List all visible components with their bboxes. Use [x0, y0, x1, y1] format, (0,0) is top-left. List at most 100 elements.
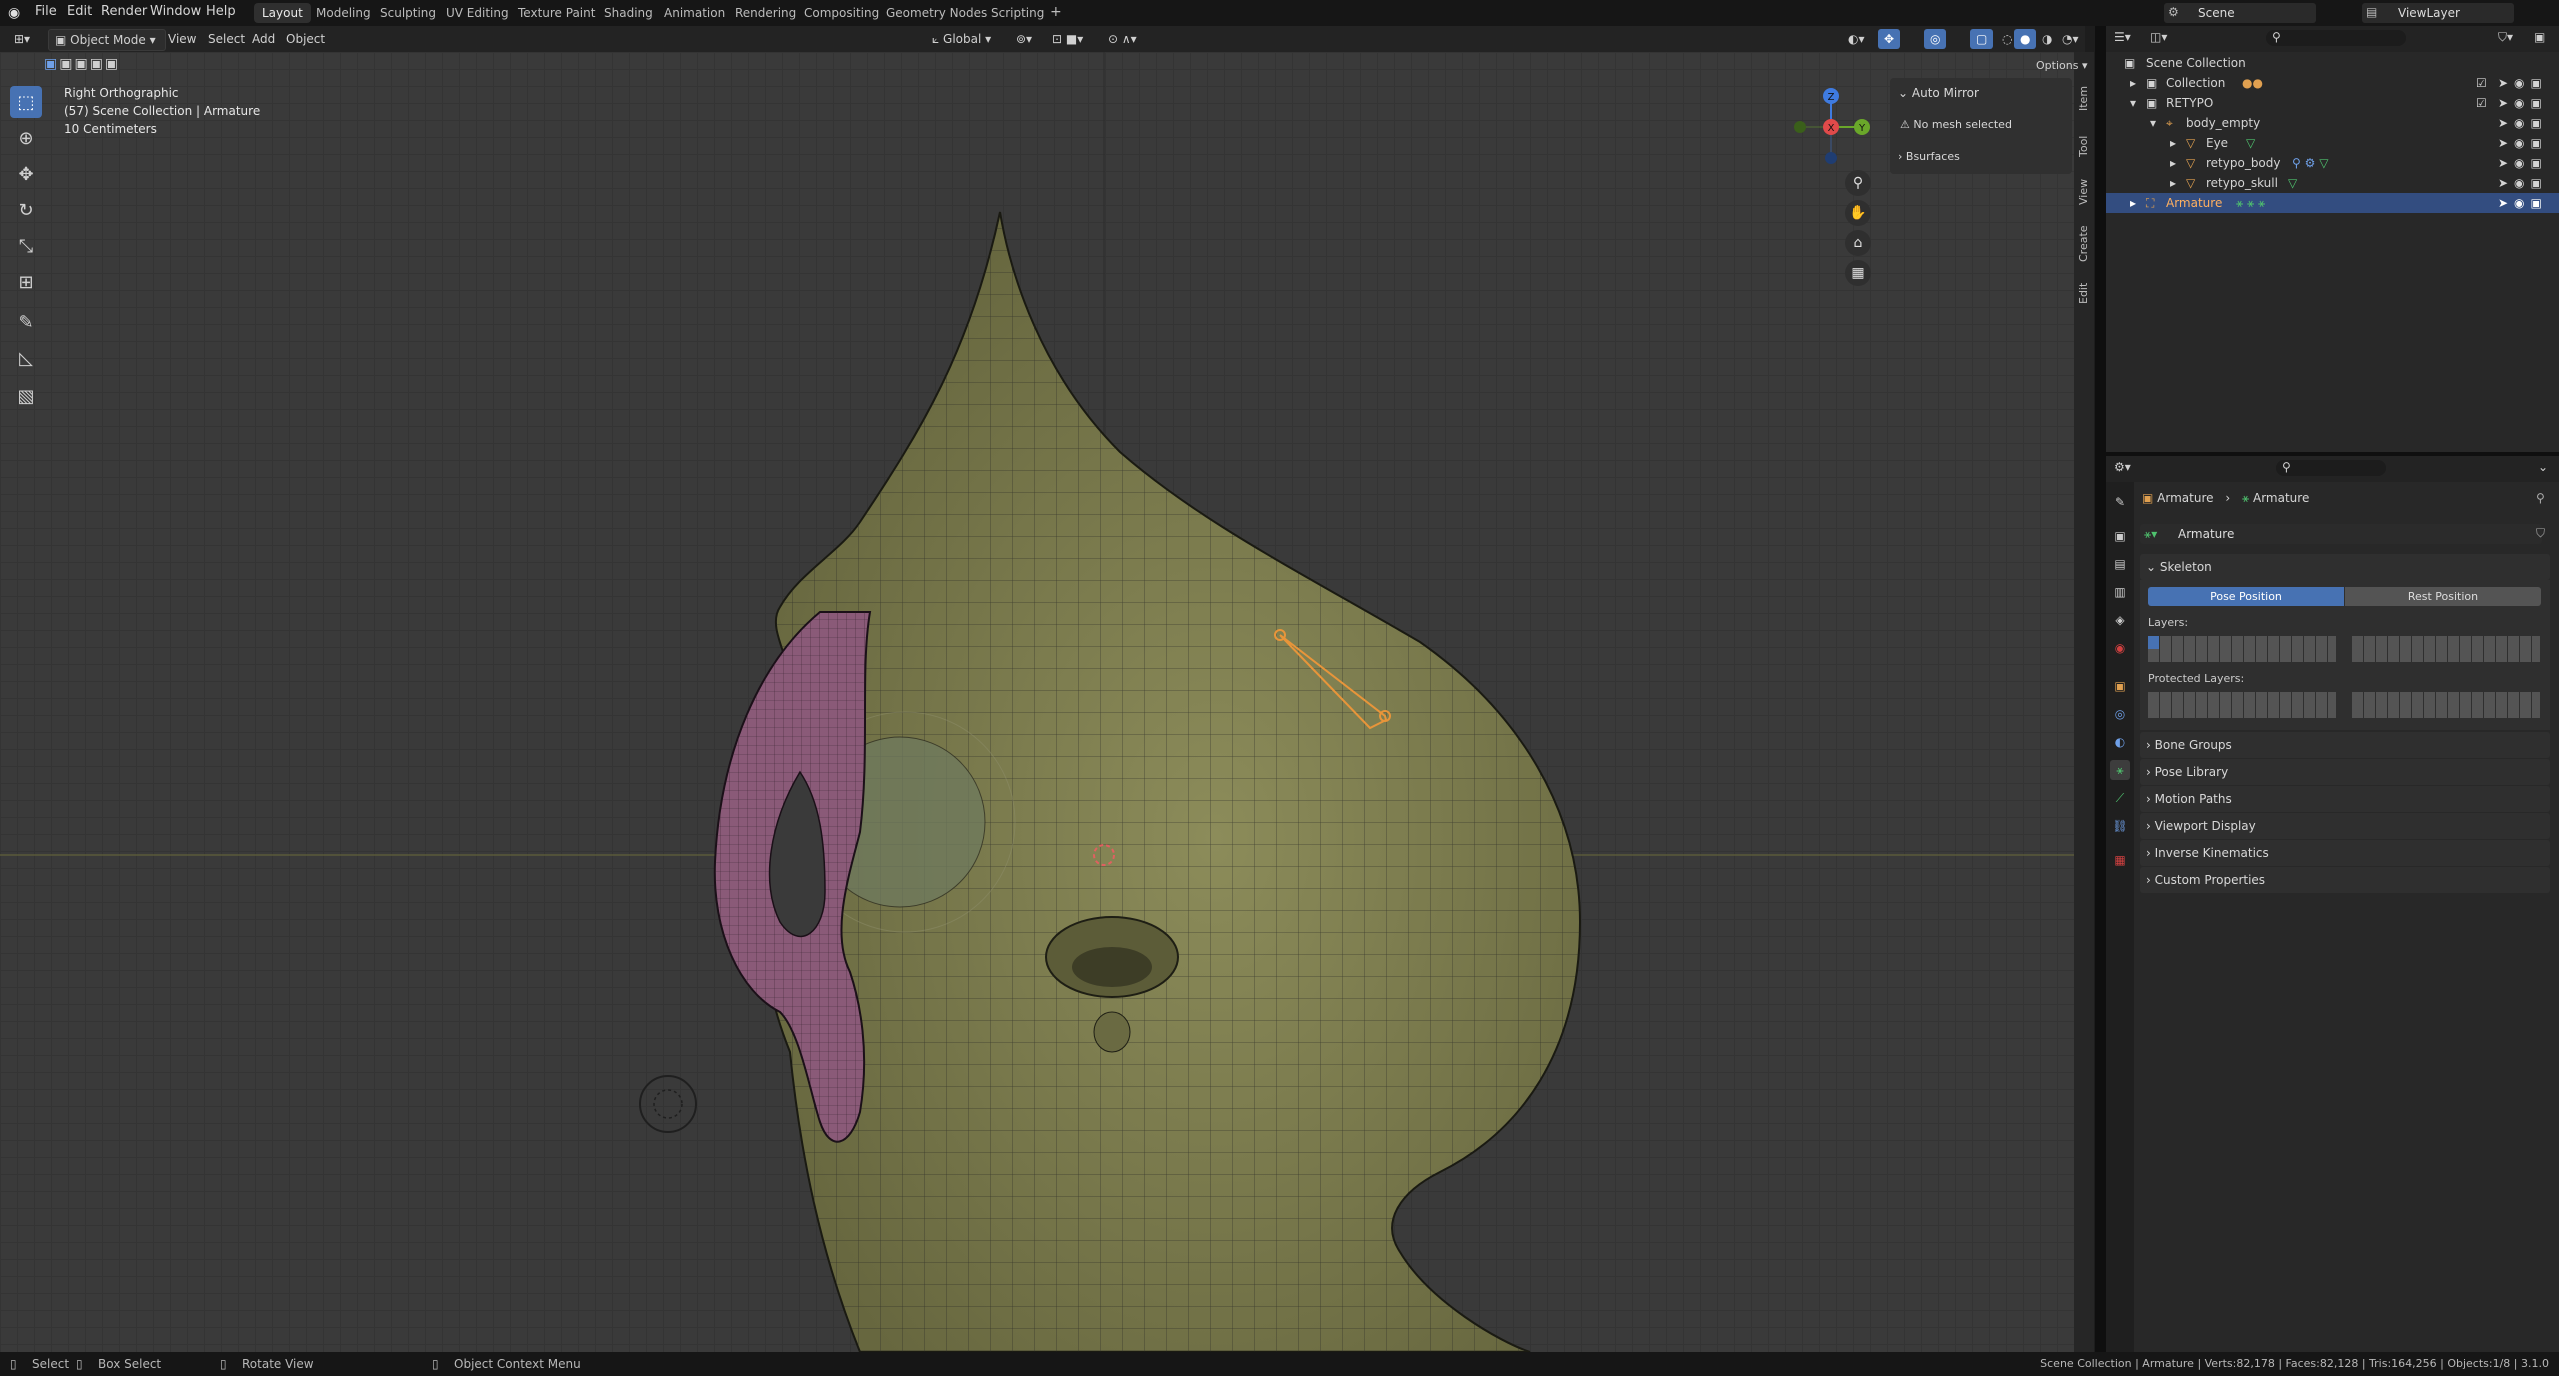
move-tool-icon[interactable]: ✥ — [10, 158, 42, 190]
layers-grid-left[interactable] — [2148, 636, 2336, 662]
outliner-row-retypo[interactable]: ▾ ▣ RETYPO ☑ ➤◉▣ — [2106, 93, 2559, 113]
expand-arrow-icon[interactable]: ▾ — [2130, 93, 2136, 113]
menu-file[interactable]: File — [35, 4, 57, 19]
empty-object-icon[interactable] — [639, 1075, 697, 1133]
protected-layers-grid-right[interactable] — [2352, 692, 2540, 718]
menu-select[interactable]: Select — [202, 29, 251, 49]
object-data-tab-icon[interactable]: ⚹ — [2110, 760, 2130, 780]
motion-paths-panel[interactable]: › Motion Paths — [2140, 786, 2550, 812]
snap-icon[interactable]: ⊡ ■▾ — [1046, 29, 1089, 49]
pivot-icon[interactable]: ⊚▾ — [1010, 29, 1038, 49]
output-tab-icon[interactable]: ▤ — [2110, 554, 2130, 574]
outliner-row-scene-collection[interactable]: ▣ Scene Collection — [2106, 53, 2559, 73]
tab-shading[interactable]: Shading — [596, 3, 661, 23]
tab-edit[interactable]: Edit — [2077, 276, 2095, 310]
tool-tab-icon[interactable]: ✎ — [2110, 492, 2130, 512]
shading-solid-icon[interactable]: ● — [2014, 29, 2037, 49]
scene-tab-icon[interactable]: ◈ — [2110, 610, 2130, 630]
tab-layout[interactable]: Layout — [254, 3, 311, 23]
outliner-row-eye[interactable]: ▸ ▽ Eye ▽ ➤◉▣ — [2106, 133, 2559, 153]
expand-arrow-icon[interactable]: ▸ — [2130, 73, 2136, 93]
outliner-row-armature[interactable]: ▸ ⛶ Armature ⚹ ⚹ ⚹ ➤◉▣ — [2106, 193, 2559, 213]
viewport-display-panel[interactable]: › Viewport Display — [2140, 813, 2550, 839]
visibility-toggle-icons[interactable]: ➤◉▣ — [2498, 153, 2548, 173]
texture-tab-icon[interactable]: ▦ — [2110, 850, 2130, 870]
outliner-row-retypo-body[interactable]: ▸ ▽ retypo_body ⚲ ⚙ ▽ ➤◉▣ — [2106, 153, 2559, 173]
pose-position-button[interactable]: Pose Position — [2148, 587, 2344, 606]
custom-properties-panel[interactable]: › Custom Properties — [2140, 867, 2550, 893]
visibility-toggle-icons[interactable]: ➤◉▣ — [2498, 173, 2548, 193]
tab-scripting[interactable]: Scripting — [983, 3, 1052, 23]
bone-groups-panel[interactable]: › Bone Groups — [2140, 732, 2550, 758]
rest-position-button[interactable]: Rest Position — [2345, 587, 2541, 606]
overlay-toggle-icon[interactable]: ◎ — [1924, 29, 1947, 49]
transform-orientation-dropdown[interactable]: ⟀ Global ▾ — [926, 29, 997, 49]
cursor-tool-icon[interactable]: ⊕ — [10, 122, 42, 154]
object-tab-icon[interactable]: ▣ — [2110, 676, 2130, 696]
tab-sculpting[interactable]: Sculpting — [372, 3, 444, 23]
add-cube-tool-icon[interactable]: ▧ — [10, 380, 42, 412]
scale-tool-icon[interactable]: ⤡ — [10, 230, 42, 262]
tab-view[interactable]: View — [2077, 172, 2095, 212]
options-dropdown[interactable]: Options ▾ — [2030, 56, 2093, 76]
new-collection-icon[interactable]: ▣ — [2534, 30, 2545, 44]
scene-selector[interactable]: ⚙ Scene — [2164, 3, 2316, 23]
expand-arrow-icon[interactable]: ▸ — [2170, 133, 2176, 153]
menu-add[interactable]: Add — [246, 29, 281, 49]
menu-view[interactable]: View — [162, 29, 202, 49]
area-divider-vertical[interactable] — [2095, 26, 2106, 1352]
tab-item[interactable]: Item — [2077, 78, 2095, 118]
properties-search-input[interactable]: ⚲ — [2276, 460, 2386, 476]
rotate-tool-icon[interactable]: ↻ — [10, 194, 42, 226]
display-mode-icon[interactable]: ◫▾ — [2150, 30, 2167, 44]
bone-tab-icon[interactable]: ⟋ — [2110, 788, 2130, 808]
menu-help[interactable]: Help — [206, 4, 236, 19]
add-workspace-icon[interactable]: + — [1050, 4, 1062, 20]
tab-geometry-nodes[interactable]: Geometry Nodes — [878, 3, 995, 23]
constraint-tab-icon[interactable]: ⛓ — [2110, 816, 2130, 836]
mode-dropdown[interactable]: ▣ Object Mode ▾ — [48, 29, 166, 51]
menu-window[interactable]: Window — [150, 4, 201, 19]
select-mode-icons[interactable]: ▣▣▣▣▣ — [44, 56, 140, 74]
tab-animation[interactable]: Animation — [656, 3, 733, 23]
menu-edit[interactable]: Edit — [67, 4, 92, 19]
pan-hand-icon[interactable]: ✋ — [1845, 200, 1871, 226]
properties-editor-type-icon[interactable]: ⚙▾ — [2114, 460, 2131, 474]
layer-active-indicator[interactable] — [2148, 636, 2159, 649]
measure-tool-icon[interactable]: ◺ — [10, 342, 42, 374]
visibility-icon[interactable]: ◐▾ — [1842, 29, 1871, 49]
layers-grid-right[interactable] — [2352, 636, 2540, 662]
pose-library-panel[interactable]: › Pose Library — [2140, 759, 2550, 785]
3d-viewport[interactable] — [0, 52, 2085, 1352]
annotate-tool-icon[interactable]: ✎ — [10, 306, 42, 338]
visibility-toggle-icons[interactable]: ➤◉▣ — [2498, 133, 2548, 153]
viewlayer-selector[interactable]: ▤ ViewLayer — [2362, 3, 2514, 23]
zoom-icon[interactable]: ⚲ — [1845, 170, 1871, 196]
shading-rendered-icon[interactable]: ◔▾ — [2056, 29, 2085, 49]
tab-create[interactable]: Create — [2077, 218, 2095, 270]
menu-object[interactable]: Object — [280, 29, 331, 49]
editor-type-button[interactable]: ⊞▾ — [8, 29, 36, 49]
expand-arrow-icon[interactable]: ▾ — [2150, 113, 2156, 133]
pin-icon[interactable]: ⚲ — [2536, 491, 2545, 505]
tab-modeling[interactable]: Modeling — [308, 3, 379, 23]
protected-layers-grid-left[interactable] — [2148, 692, 2336, 718]
gizmo-toggle-icon[interactable]: ✥ — [1878, 29, 1901, 49]
visibility-toggle-icons[interactable]: ➤◉▣ — [2498, 73, 2548, 93]
datablock-field[interactable]: ⚹▾ Armature — [2140, 524, 2542, 544]
inverse-kinematics-panel[interactable]: › Inverse Kinematics — [2140, 840, 2550, 866]
bsurfaces-header[interactable]: › Bsurfaces — [1898, 150, 1960, 163]
world-tab-icon[interactable]: ◉ — [2110, 638, 2130, 658]
menu-render[interactable]: Render — [101, 4, 147, 19]
fake-user-icon[interactable]: ⛉ — [2536, 526, 2545, 541]
proportional-edit-icon[interactable]: ⊙ ∧▾ — [1102, 29, 1143, 49]
outliner-search-input[interactable]: ⚲ — [2266, 30, 2406, 46]
filter-icon[interactable]: ⛉▾ — [2498, 30, 2513, 45]
camera-view-icon[interactable]: ⌂ — [1845, 230, 1871, 256]
outliner-row-body-empty[interactable]: ▾ ⌖ body_empty ➤◉▣ — [2106, 113, 2559, 133]
visibility-toggle-icons[interactable]: ➤◉▣ — [2498, 93, 2548, 113]
navigation-gizmo[interactable]: Z Y X — [1786, 82, 1876, 172]
modifier-tab-icon[interactable]: ◎ — [2110, 704, 2130, 724]
skeleton-panel-header[interactable]: ⌄ Skeleton — [2140, 554, 2550, 580]
checkbox-icon[interactable]: ☑ — [2476, 93, 2487, 113]
